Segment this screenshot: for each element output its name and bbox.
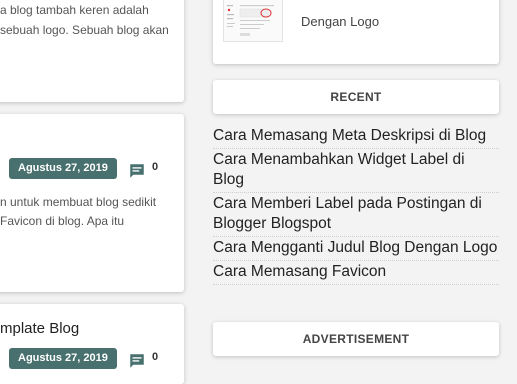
recent-post-link[interactable]: Cara Memberi Label pada Postingan di Blo…	[213, 193, 499, 237]
featured-post-thumbnail[interactable]	[223, 0, 283, 42]
featured-post-card[interactable]: Dengan Logo	[213, 0, 499, 64]
comment-icon[interactable]	[128, 352, 146, 370]
comment-count: 0	[152, 351, 159, 363]
post-excerpt-line: n untuk membuat blog sedikit	[0, 195, 157, 209]
recent-post-link[interactable]: Cara Menambahkan Widget Label di Blog	[213, 149, 499, 193]
recent-header: RECENT	[213, 80, 499, 114]
post-date-badge: Agustus 27, 2019	[9, 158, 117, 179]
recent-post-link[interactable]: Cara Memasang Meta Deskripsi di Blog	[213, 125, 499, 149]
recent-post-link[interactable]: Cara Mengganti Judul Blog Dengan Logo	[213, 237, 499, 261]
comment-icon[interactable]	[128, 162, 146, 180]
post-excerpt-line: a blog tambah keren adalah	[0, 3, 149, 17]
comment-count: 0	[152, 161, 159, 173]
post-excerpt-line: sebuah logo. Sebuah blog akan	[0, 23, 169, 37]
post-card[interactable]: a blog tambah keren adalah sebuah logo. …	[0, 0, 184, 102]
recent-posts-list: Cara Memasang Meta Deskripsi di Blog Car…	[213, 125, 499, 285]
advertisement-header: ADVERTISEMENT	[213, 322, 499, 356]
featured-post-title[interactable]: Dengan Logo	[301, 14, 379, 29]
post-date-badge: Agustus 27, 2019	[9, 348, 117, 369]
post-card[interactable]: Agustus 27, 2019 0 n untuk membuat blog …	[0, 114, 184, 292]
post-excerpt-line: Favicon di blog. Apa itu	[0, 214, 125, 228]
thumbnail-image	[227, 5, 274, 36]
post-card[interactable]: mplate Blog Agustus 27, 2019 0	[0, 304, 184, 384]
post-title[interactable]: mplate Blog	[0, 320, 79, 337]
recent-post-link[interactable]: Cara Memasang Favicon	[213, 261, 499, 285]
